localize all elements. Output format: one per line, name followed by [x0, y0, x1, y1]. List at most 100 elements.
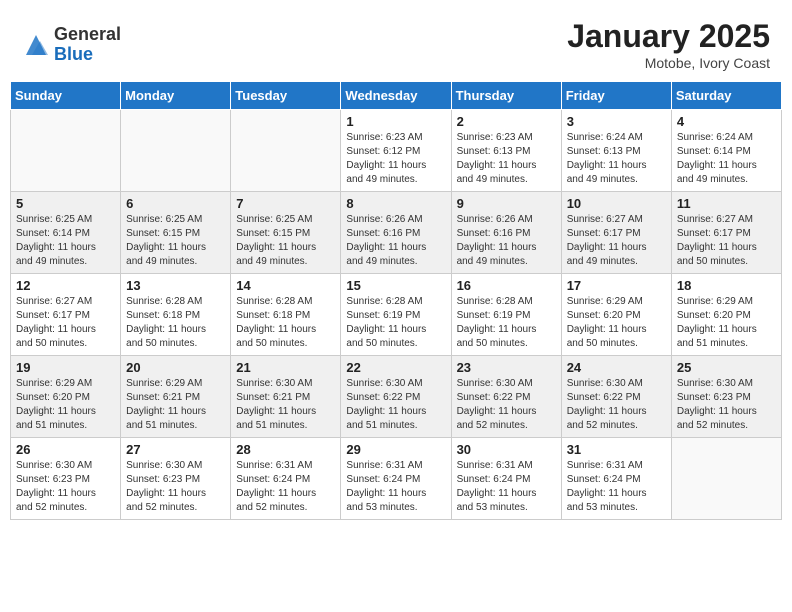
day-info: Sunrise: 6:24 AM Sunset: 6:13 PM Dayligh…: [567, 131, 666, 187]
logo-icon: [22, 31, 50, 59]
weekday-header-thursday: Thursday: [451, 82, 561, 110]
day-info: Sunrise: 6:26 AM Sunset: 6:16 PM Dayligh…: [457, 213, 556, 269]
day-number: 25: [677, 360, 776, 375]
day-info: Sunrise: 6:31 AM Sunset: 6:24 PM Dayligh…: [457, 459, 556, 515]
day-info: Sunrise: 6:29 AM Sunset: 6:20 PM Dayligh…: [677, 295, 776, 351]
day-number: 23: [457, 360, 556, 375]
calendar-table: SundayMondayTuesdayWednesdayThursdayFrid…: [10, 81, 782, 520]
day-number: 26: [16, 442, 115, 457]
calendar-cell: 1 Sunrise: 6:23 AM Sunset: 6:12 PM Daylig…: [341, 110, 451, 192]
day-number: 19: [16, 360, 115, 375]
day-info: Sunrise: 6:31 AM Sunset: 6:24 PM Dayligh…: [236, 459, 335, 515]
calendar-cell: 11 Sunrise: 6:27 AM Sunset: 6:17 PM Dayli…: [671, 192, 781, 274]
day-number: 27: [126, 442, 225, 457]
day-number: 5: [16, 196, 115, 211]
day-info: Sunrise: 6:25 AM Sunset: 6:14 PM Dayligh…: [16, 213, 115, 269]
day-number: 30: [457, 442, 556, 457]
calendar-cell: 31 Sunrise: 6:31 AM Sunset: 6:24 PM Dayli…: [561, 438, 671, 520]
calendar-cell: 12 Sunrise: 6:27 AM Sunset: 6:17 PM Dayli…: [11, 274, 121, 356]
day-info: Sunrise: 6:30 AM Sunset: 6:23 PM Dayligh…: [16, 459, 115, 515]
title-area: January 2025 Motobe, Ivory Coast: [567, 18, 770, 71]
day-number: 10: [567, 196, 666, 211]
calendar-week-row: 5 Sunrise: 6:25 AM Sunset: 6:14 PM Daylig…: [11, 192, 782, 274]
day-info: Sunrise: 6:25 AM Sunset: 6:15 PM Dayligh…: [126, 213, 225, 269]
day-info: Sunrise: 6:27 AM Sunset: 6:17 PM Dayligh…: [677, 213, 776, 269]
calendar-cell: [121, 110, 231, 192]
logo-text: General Blue: [54, 25, 121, 65]
day-info: Sunrise: 6:24 AM Sunset: 6:14 PM Dayligh…: [677, 131, 776, 187]
calendar-cell: 16 Sunrise: 6:28 AM Sunset: 6:19 PM Dayli…: [451, 274, 561, 356]
day-number: 9: [457, 196, 556, 211]
day-info: Sunrise: 6:29 AM Sunset: 6:20 PM Dayligh…: [567, 295, 666, 351]
day-info: Sunrise: 6:30 AM Sunset: 6:23 PM Dayligh…: [126, 459, 225, 515]
day-info: Sunrise: 6:28 AM Sunset: 6:19 PM Dayligh…: [457, 295, 556, 351]
weekday-header-saturday: Saturday: [671, 82, 781, 110]
day-info: Sunrise: 6:27 AM Sunset: 6:17 PM Dayligh…: [567, 213, 666, 269]
calendar-cell: 30 Sunrise: 6:31 AM Sunset: 6:24 PM Dayli…: [451, 438, 561, 520]
calendar-cell: 29Sunrise: 6:31 AM Sunset: 6:24 PM Dayli…: [341, 438, 451, 520]
day-number: 7: [236, 196, 335, 211]
day-number: 17: [567, 278, 666, 293]
day-info: Sunrise: 6:29 AM Sunset: 6:21 PM Dayligh…: [126, 377, 225, 433]
calendar-cell: 25 Sunrise: 6:30 AM Sunset: 6:23 PM Dayli…: [671, 356, 781, 438]
calendar-cell: [11, 110, 121, 192]
header: General Blue January 2025 Motobe, Ivory …: [10, 10, 782, 77]
day-number: 16: [457, 278, 556, 293]
day-info: Sunrise: 6:28 AM Sunset: 6:19 PM Dayligh…: [346, 295, 445, 351]
weekday-header-tuesday: Tuesday: [231, 82, 341, 110]
day-info: Sunrise: 6:25 AM Sunset: 6:15 PM Dayligh…: [236, 213, 335, 269]
day-number: 11: [677, 196, 776, 211]
calendar-week-row: 19Sunrise: 6:29 AM Sunset: 6:20 PM Dayli…: [11, 356, 782, 438]
calendar-cell: 7 Sunrise: 6:25 AM Sunset: 6:15 PM Daylig…: [231, 192, 341, 274]
calendar-cell: 23 Sunrise: 6:30 AM Sunset: 6:22 PM Dayli…: [451, 356, 561, 438]
day-number: 31: [567, 442, 666, 457]
day-number: 14: [236, 278, 335, 293]
logo-general-text: General: [54, 25, 121, 45]
calendar-week-row: 26 Sunrise: 6:30 AM Sunset: 6:23 PM Dayli…: [11, 438, 782, 520]
calendar-cell: 6 Sunrise: 6:25 AM Sunset: 6:15 PM Daylig…: [121, 192, 231, 274]
day-number: 2: [457, 114, 556, 129]
day-info: Sunrise: 6:31 AM Sunset: 6:24 PM Dayligh…: [567, 459, 666, 515]
day-number: 22: [346, 360, 445, 375]
day-number: 28: [236, 442, 335, 457]
day-number: 1: [346, 114, 445, 129]
logo: General Blue: [22, 25, 121, 65]
calendar-title: January 2025: [567, 18, 770, 55]
weekday-header-monday: Monday: [121, 82, 231, 110]
weekday-header-friday: Friday: [561, 82, 671, 110]
day-info: Sunrise: 6:27 AM Sunset: 6:17 PM Dayligh…: [16, 295, 115, 351]
calendar-cell: 24Sunrise: 6:30 AM Sunset: 6:22 PM Dayli…: [561, 356, 671, 438]
calendar-cell: 20 Sunrise: 6:29 AM Sunset: 6:21 PM Dayli…: [121, 356, 231, 438]
day-info: Sunrise: 6:26 AM Sunset: 6:16 PM Dayligh…: [346, 213, 445, 269]
weekday-header-row: SundayMondayTuesdayWednesdayThursdayFrid…: [11, 82, 782, 110]
calendar-cell: 28 Sunrise: 6:31 AM Sunset: 6:24 PM Dayli…: [231, 438, 341, 520]
day-number: 20: [126, 360, 225, 375]
calendar-cell: 4Sunrise: 6:24 AM Sunset: 6:14 PM Daylig…: [671, 110, 781, 192]
calendar-cell: 22 Sunrise: 6:30 AM Sunset: 6:22 PM Dayli…: [341, 356, 451, 438]
day-info: Sunrise: 6:30 AM Sunset: 6:23 PM Dayligh…: [677, 377, 776, 433]
day-number: 21: [236, 360, 335, 375]
weekday-header-sunday: Sunday: [11, 82, 121, 110]
day-info: Sunrise: 6:23 AM Sunset: 6:12 PM Dayligh…: [346, 131, 445, 187]
day-number: 24: [567, 360, 666, 375]
day-number: 3: [567, 114, 666, 129]
day-number: 6: [126, 196, 225, 211]
calendar-week-row: 1 Sunrise: 6:23 AM Sunset: 6:12 PM Daylig…: [11, 110, 782, 192]
calendar-cell: 5 Sunrise: 6:25 AM Sunset: 6:14 PM Daylig…: [11, 192, 121, 274]
day-number: 8: [346, 196, 445, 211]
day-info: Sunrise: 6:30 AM Sunset: 6:22 PM Dayligh…: [457, 377, 556, 433]
calendar-cell: 26 Sunrise: 6:30 AM Sunset: 6:23 PM Dayli…: [11, 438, 121, 520]
calendar-cell: 21 Sunrise: 6:30 AM Sunset: 6:21 PM Dayli…: [231, 356, 341, 438]
day-info: Sunrise: 6:30 AM Sunset: 6:22 PM Dayligh…: [346, 377, 445, 433]
calendar-cell: 3 Sunrise: 6:24 AM Sunset: 6:13 PM Daylig…: [561, 110, 671, 192]
logo-blue-text: Blue: [54, 45, 121, 65]
calendar-cell: 27 Sunrise: 6:30 AM Sunset: 6:23 PM Dayli…: [121, 438, 231, 520]
day-number: 18: [677, 278, 776, 293]
calendar-cell: 17 Sunrise: 6:29 AM Sunset: 6:20 PM Dayli…: [561, 274, 671, 356]
calendar-cell: 14 Sunrise: 6:28 AM Sunset: 6:18 PM Dayli…: [231, 274, 341, 356]
day-number: 12: [16, 278, 115, 293]
calendar-cell: 10 Sunrise: 6:27 AM Sunset: 6:17 PM Dayli…: [561, 192, 671, 274]
day-info: Sunrise: 6:28 AM Sunset: 6:18 PM Dayligh…: [236, 295, 335, 351]
calendar-cell: 9 Sunrise: 6:26 AM Sunset: 6:16 PM Daylig…: [451, 192, 561, 274]
day-info: Sunrise: 6:30 AM Sunset: 6:21 PM Dayligh…: [236, 377, 335, 433]
